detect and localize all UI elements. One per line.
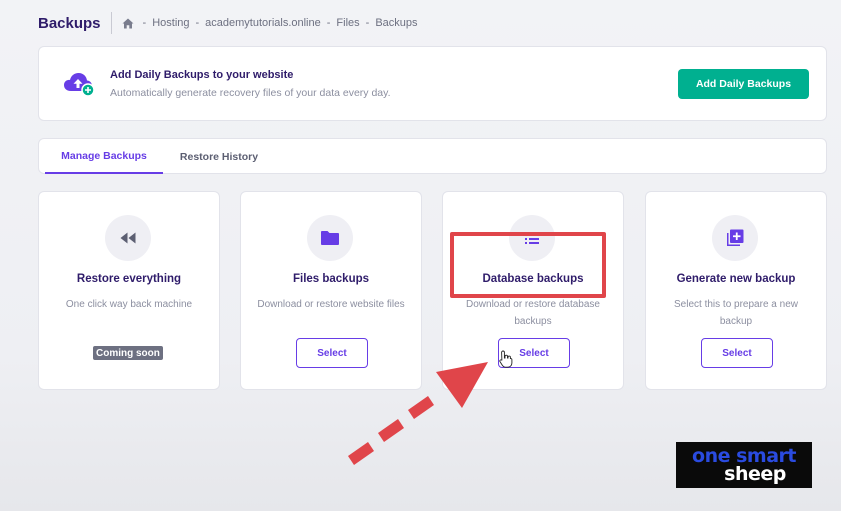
add-daily-backups-button[interactable]: Add Daily Backups bbox=[678, 69, 809, 99]
breadcrumb-item-domain[interactable]: academytutorials.online bbox=[205, 17, 321, 29]
cloud-upload-plus-icon bbox=[64, 73, 95, 97]
card-icon-wrapper bbox=[509, 215, 555, 261]
card-title: Generate new backup bbox=[676, 273, 796, 285]
breadcrumb-separator: - bbox=[326, 17, 331, 29]
coming-soon-badge: Coming soon bbox=[93, 346, 163, 360]
card-description: Download or restore website files bbox=[257, 299, 405, 310]
card-title: Restore everything bbox=[76, 273, 182, 285]
tab-manage-backups[interactable]: Manage Backups bbox=[45, 139, 163, 174]
banner-subtitle: Automatically generate recovery files of… bbox=[110, 87, 391, 99]
generate-new-backup-card: Generate new backup Select this to prepa… bbox=[645, 191, 827, 390]
generate-select-button[interactable]: Select bbox=[701, 338, 773, 368]
breadcrumb-item-files[interactable]: Files bbox=[336, 17, 359, 29]
breadcrumb-item-backups: Backups bbox=[375, 17, 418, 29]
restore-everything-card: Restore everything One click way back ma… bbox=[38, 191, 220, 390]
daily-backups-banner: Add Daily Backups to your website Automa… bbox=[38, 46, 827, 121]
hand-cursor-icon bbox=[499, 350, 513, 368]
header-divider bbox=[110, 12, 112, 34]
tab-restore-history[interactable]: Restore History bbox=[167, 139, 271, 174]
home-icon[interactable] bbox=[122, 18, 134, 29]
red-arrow-annotation bbox=[348, 362, 488, 465]
logo-line-2: sheep bbox=[724, 463, 786, 485]
page-title: Backups bbox=[38, 14, 101, 32]
card-icon-wrapper bbox=[307, 215, 353, 261]
rewind-icon bbox=[120, 232, 136, 244]
card-title: Database backups bbox=[482, 273, 584, 285]
breadcrumb-item-hosting[interactable]: Hosting bbox=[152, 17, 189, 29]
card-title: Files backups bbox=[292, 273, 370, 285]
add-copy-icon bbox=[727, 229, 744, 246]
breadcrumb: - Hosting - academytutorials.online - Fi… bbox=[122, 17, 418, 29]
list-icon bbox=[525, 234, 539, 244]
card-icon-wrapper bbox=[105, 215, 151, 261]
card-icon-wrapper bbox=[712, 215, 758, 261]
page-header: Backups - Hosting - academytutorials.onl… bbox=[38, 12, 418, 34]
breadcrumb-separator: - bbox=[365, 17, 370, 29]
breadcrumb-separator: - bbox=[142, 17, 147, 29]
folder-icon bbox=[321, 231, 339, 245]
breadcrumb-separator: - bbox=[195, 17, 200, 29]
card-description: Download or restore database backups bbox=[466, 299, 600, 327]
banner-title: Add Daily Backups to your website bbox=[110, 69, 294, 81]
card-description: Select this to prepare a new backup bbox=[674, 299, 798, 327]
backup-tabs: Manage Backups Restore History bbox=[38, 138, 827, 174]
card-description: One click way back machine bbox=[65, 299, 193, 310]
one-smart-sheep-logo: one smart sheep bbox=[676, 442, 812, 488]
